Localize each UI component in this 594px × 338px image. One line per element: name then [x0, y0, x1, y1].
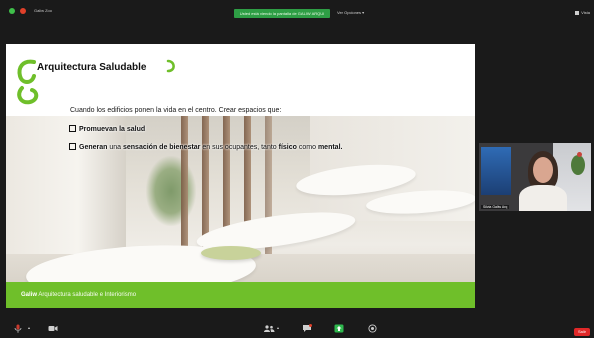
flower — [577, 152, 582, 157]
checkbox-bullet-icon — [69, 125, 76, 132]
slide-title: Arquitectura Saludable — [37, 62, 147, 73]
meeting-top-bar: Galiw Zoo Usted está viendo la pantalla … — [0, 0, 594, 22]
grid-view-icon — [575, 10, 580, 15]
microphone-icon[interactable] — [14, 324, 22, 333]
bullet-text: físico — [278, 144, 297, 151]
bullet-text: mental. — [317, 144, 343, 151]
record-icon[interactable] — [368, 324, 377, 333]
camera-icon[interactable] — [48, 325, 58, 332]
share-screen-icon[interactable] — [334, 324, 344, 333]
bullet-text: una — [107, 144, 123, 151]
bullet-item: Promuevan la salud — [69, 125, 145, 133]
screen-sharing-banner: Usted está viendo la pantalla de GALIW A… — [234, 9, 330, 18]
plant-leaves — [571, 155, 585, 175]
meeting-controls-bar: ▴ ▴ Salir — [0, 320, 594, 338]
shared-presentation-slide: Arquitectura Saludable Cuando los edific… — [6, 44, 475, 308]
participant-name: Silvia Galiw Arq — [481, 205, 510, 209]
side-table — [201, 246, 261, 260]
slide-footer: Galiw Arquitectura saludable e Interiori… — [6, 282, 475, 308]
participants-icon[interactable] — [263, 325, 275, 332]
microphone-chevron-icon[interactable]: ▴ — [28, 325, 30, 330]
view-options-label: Ver Opciones — [337, 10, 362, 15]
bullet-text: Generan — [79, 144, 108, 151]
bullet-text: como — [296, 144, 318, 151]
bullet-item: Generan una sensación de bienestar en su… — [69, 143, 342, 151]
participant-video-tile[interactable]: Silvia Galiw Arq — [479, 143, 591, 211]
recording-indicator-icon — [20, 8, 26, 14]
checkbox-bullet-icon — [69, 143, 76, 150]
bullet-text: Promuevan la salud — [79, 126, 146, 133]
participant-body — [519, 185, 567, 211]
security-shield-icon[interactable] — [9, 8, 15, 14]
logo-arc-icon — [166, 59, 175, 73]
bullet-text: en sus ocupantes, tanto — [200, 144, 279, 151]
leave-meeting-button[interactable]: Salir — [574, 328, 590, 336]
chat-icon[interactable] — [302, 324, 312, 333]
participant-face — [533, 157, 553, 183]
background-monitor — [481, 147, 511, 195]
wood-panel — [181, 116, 188, 256]
view-options-button[interactable]: Ver Opciones ▾ — [337, 10, 364, 15]
bullet-text: sensación de bienestar — [122, 144, 201, 151]
participants-chevron-icon[interactable]: ▴ — [277, 325, 279, 330]
footer-brand: Galiw — [21, 292, 38, 298]
slide-intro: Cuando los edificios ponen la vida en el… — [70, 107, 282, 114]
footer-text: Galiw Arquitectura saludable e Interiori… — [21, 292, 136, 298]
footer-caption: Arquitectura saludable e Interiorismo — [37, 292, 137, 298]
view-layout-label: Vista — [581, 10, 590, 15]
plant — [146, 156, 196, 226]
view-layout-button[interactable]: Vista — [575, 10, 590, 15]
meeting-title: Galiw Zoo — [34, 8, 53, 13]
